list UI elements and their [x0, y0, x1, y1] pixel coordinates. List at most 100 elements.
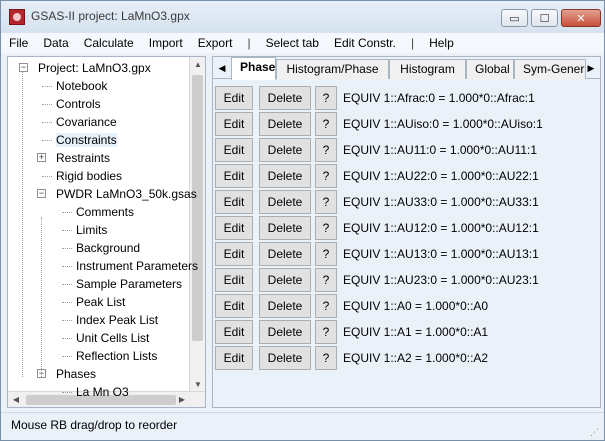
tree-item[interactable]: Reflection Lists — [76, 347, 157, 365]
tree-scroll-thumb[interactable] — [192, 75, 203, 341]
tree-item[interactable]: Project: LaMnO3.gpx — [38, 59, 151, 77]
tree-item[interactable]: Limits — [76, 221, 107, 239]
edit-button[interactable]: Edit — [215, 216, 253, 240]
tree-item[interactable]: Phases — [56, 365, 96, 383]
tree-item[interactable]: Index Peak List — [76, 311, 158, 329]
edit-button[interactable]: Edit — [215, 164, 253, 188]
tree-connector — [42, 86, 52, 87]
delete-button[interactable]: Delete — [259, 112, 311, 136]
tab-global[interactable]: Global — [466, 59, 514, 79]
edit-button[interactable]: Edit — [215, 138, 253, 162]
expand-icon[interactable]: + — [37, 153, 46, 162]
edit-button[interactable]: Edit — [215, 112, 253, 136]
constraint-row: Edit Delete? EQUIV 1::AU13:0 = 1.000*0::AU… — [215, 242, 595, 266]
constraint-row: Edit Delete? EQUIV 1::AU22:0 = 1.000*0::AU… — [215, 164, 595, 188]
delete-button[interactable]: Delete — [259, 138, 311, 162]
tab-histogram[interactable]: Histogram — [389, 59, 466, 79]
scroll-up-icon[interactable]: ▲ — [190, 57, 205, 73]
delete-button[interactable]: Delete — [259, 242, 311, 266]
delete-button[interactable]: Delete — [259, 86, 311, 110]
tree-item[interactable]: Background — [76, 239, 140, 257]
menu-select-tab[interactable]: Select tab — [266, 36, 319, 50]
menu-calculate[interactable]: Calculate — [84, 36, 134, 50]
delete-button[interactable]: Delete — [259, 320, 311, 344]
tab-histogram-phase[interactable]: Histogram/Phase — [276, 59, 389, 79]
tree-connector — [62, 302, 72, 303]
tree-item[interactable]: Rigid bodies — [56, 167, 122, 185]
tab-scroll-left-icon[interactable]: ◀ — [215, 60, 229, 76]
edit-button[interactable]: Edit — [215, 242, 253, 266]
help-button[interactable]: ? — [315, 216, 337, 240]
help-button[interactable]: ? — [315, 346, 337, 370]
help-button[interactable]: ? — [315, 86, 337, 110]
help-button[interactable]: ? — [315, 294, 337, 318]
scroll-left-icon[interactable]: ◀ — [8, 392, 24, 407]
menu-data[interactable]: Data — [43, 36, 68, 50]
delete-button[interactable]: Delete — [259, 190, 311, 214]
edit-button[interactable]: Edit — [215, 294, 253, 318]
maximize-icon: ☐ — [539, 12, 550, 25]
menu-help[interactable]: Help — [429, 36, 454, 50]
tree-item-label: Rigid bodies — [56, 169, 123, 183]
data-tree[interactable]: ▲ ▼ ◀ ▶ Project: LaMnO3.gpx − Notebook Cont… — [7, 56, 206, 408]
close-button[interactable]: ✕ — [561, 9, 601, 27]
edit-button[interactable]: Edit — [215, 346, 253, 370]
delete-button[interactable]: Delete — [259, 216, 311, 240]
help-button[interactable]: ? — [315, 138, 337, 162]
minimize-button[interactable]: ▭ — [501, 9, 528, 27]
tree-item[interactable]: Controls — [56, 95, 101, 113]
edit-button[interactable]: Edit — [215, 268, 253, 292]
tree-item[interactable]: Instrument Parameters — [76, 257, 198, 275]
menu-export[interactable]: Export — [198, 36, 233, 50]
delete-button[interactable]: Delete — [259, 294, 311, 318]
delete-button[interactable]: Delete — [259, 268, 311, 292]
tree-guide-line — [22, 72, 23, 377]
tree-item-label: Constraints — [56, 133, 117, 147]
tab-phase[interactable]: Phase — [231, 57, 276, 80]
tree-connector — [62, 356, 72, 357]
help-button[interactable]: ? — [315, 112, 337, 136]
edit-button[interactable]: Edit — [215, 86, 253, 110]
tree-connector — [42, 122, 52, 123]
tree-item[interactable]: Restraints — [56, 149, 110, 167]
constraint-row: Edit Delete? EQUIV 1::AU12:0 = 1.000*0::AU… — [215, 216, 595, 240]
tree-item[interactable]: Peak List — [76, 293, 125, 311]
resize-grip-icon[interactable]: ⋰ — [590, 427, 600, 437]
tree-item[interactable]: Notebook — [56, 77, 107, 95]
tree-item-label: Phases — [56, 367, 97, 381]
tree-item-label: Background — [76, 241, 141, 255]
menu-edit-constr[interactable]: Edit Constr. — [334, 36, 396, 50]
help-button[interactable]: ? — [315, 242, 337, 266]
tree-item[interactable]: PWDR LaMnO3_50k.gsas — [56, 185, 197, 203]
tree-item[interactable]: Sample Parameters — [76, 275, 182, 293]
tree-item-label: Comments — [76, 205, 135, 219]
edit-button[interactable]: Edit — [215, 320, 253, 344]
scroll-right-icon[interactable]: ▶ — [174, 392, 190, 407]
help-button[interactable]: ? — [315, 164, 337, 188]
tree-item[interactable]: Unit Cells List — [76, 329, 149, 347]
help-button[interactable]: ? — [315, 190, 337, 214]
help-button[interactable]: ? — [315, 320, 337, 344]
tree-item[interactable]: Covariance — [56, 113, 117, 131]
constraint-equation: EQUIV 1::A2 = 1.000*0::A2 — [343, 351, 489, 365]
delete-button[interactable]: Delete — [259, 164, 311, 188]
title-bar[interactable]: GSAS-II project: LaMnO3.gpx ▭ ☐ ✕ — [1, 1, 604, 33]
close-icon: ✕ — [576, 12, 586, 25]
maximize-button[interactable]: ☐ — [531, 9, 558, 27]
tab-scroll-right-icon[interactable]: ▶ — [584, 60, 598, 76]
tree-item[interactable]: La Mn O3 — [76, 383, 129, 401]
collapse-icon[interactable]: − — [19, 63, 28, 72]
delete-button[interactable]: Delete — [259, 346, 311, 370]
tab-sym-gener[interactable]: Sym-Gener — [514, 59, 586, 79]
menu-import[interactable]: Import — [149, 36, 183, 50]
menu-file[interactable]: File — [9, 36, 28, 50]
tree-connector — [62, 392, 72, 393]
edit-button[interactable]: Edit — [215, 190, 253, 214]
tree-item[interactable]: Constraints — [56, 131, 117, 149]
constraint-equation: EQUIV 1::AU13:0 = 1.000*0::AU13:1 — [343, 247, 539, 261]
tree-item[interactable]: Comments — [76, 203, 134, 221]
help-button[interactable]: ? — [315, 268, 337, 292]
tree-vertical-scrollbar[interactable]: ▲ ▼ — [189, 57, 205, 393]
collapse-icon[interactable]: − — [37, 189, 46, 198]
constraint-row: Edit Delete? EQUIV 1::AU11:0 = 1.000*0::AU… — [215, 138, 595, 162]
